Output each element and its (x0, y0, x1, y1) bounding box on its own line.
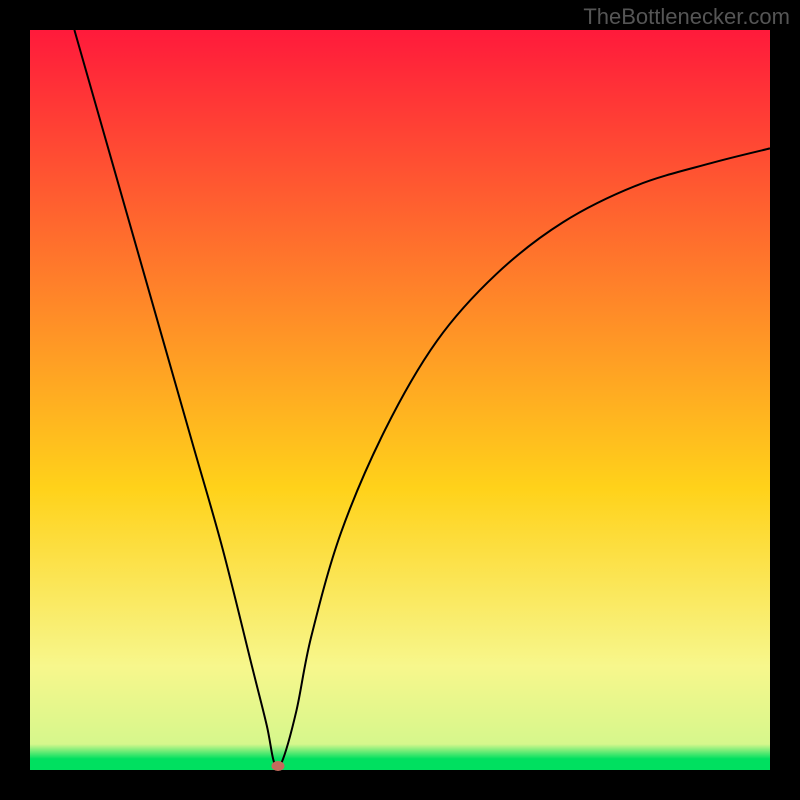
bottleneck-curve (74, 30, 770, 768)
optimal-point-marker (271, 761, 284, 771)
attribution-label: TheBottlenecker.com (583, 4, 790, 30)
chart-svg-layer (30, 30, 770, 770)
chart-area (30, 30, 770, 770)
